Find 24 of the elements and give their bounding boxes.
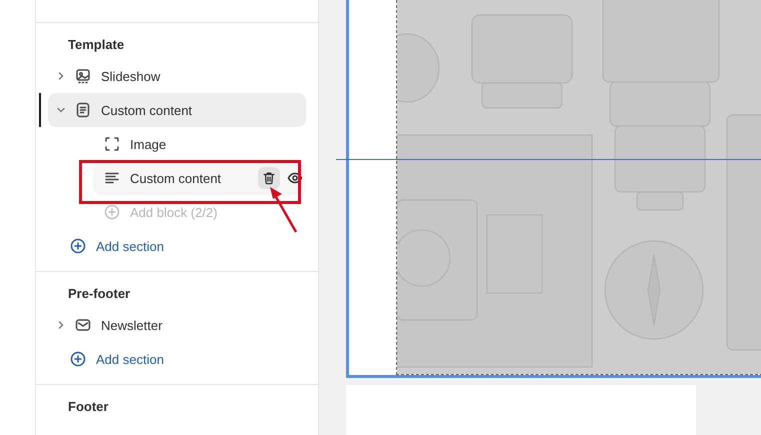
document-icon — [75, 102, 91, 118]
selection-indicator — [39, 93, 41, 127]
add-section-link[interactable]: Add section — [48, 342, 306, 376]
eye-icon — [287, 170, 303, 186]
delete-button[interactable] — [258, 167, 280, 189]
mail-icon — [75, 317, 91, 333]
add-circle-icon — [104, 204, 120, 220]
section-heading: Pre-footer — [67, 285, 132, 303]
add-circle-icon — [70, 238, 86, 254]
chevron-down-icon[interactable] — [56, 105, 66, 115]
trash-icon — [262, 171, 276, 185]
image-placeholder-icon — [104, 136, 120, 152]
section-item[interactable]: Slideshow — [48, 59, 306, 93]
section-heading: Template — [67, 36, 126, 54]
chevron-right-icon[interactable] — [56, 320, 66, 330]
section-item[interactable]: Newsletter — [48, 308, 306, 342]
text-align-icon — [104, 170, 120, 186]
chevron-right-icon[interactable] — [56, 71, 66, 81]
section-heading: Footer — [67, 398, 110, 416]
add-section-link[interactable]: Add section — [48, 229, 306, 263]
block-item[interactable]: Custom content — [93, 161, 306, 195]
slideshow-icon — [75, 68, 91, 84]
block-item[interactable]: Image — [48, 127, 306, 161]
add-circle-icon — [70, 351, 86, 367]
